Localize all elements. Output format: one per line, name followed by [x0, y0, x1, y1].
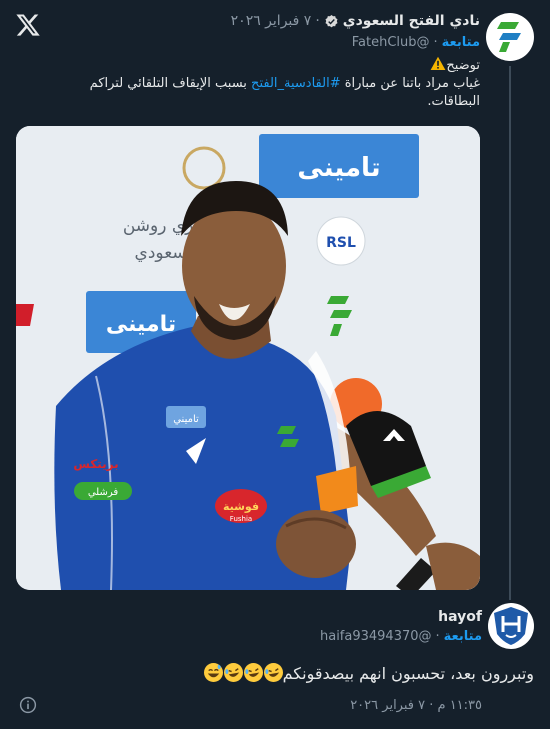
- tweet1-hashtag-link[interactable]: #القادسية_الفتح: [251, 76, 341, 91]
- shirt-sponsor-latin: Fushia: [230, 515, 252, 523]
- player-interview-photo: تامينى تامينى دوري روشن السعودي RSL تامي…: [16, 126, 480, 590]
- x-logo-icon[interactable]: [15, 12, 41, 38]
- tweet1-photo[interactable]: تامينى تامينى دوري روشن السعودي RSL تامي…: [16, 126, 480, 590]
- rsl-badge-text: RSL: [326, 235, 356, 251]
- tweet-screenshot: نادي الفتح السعودي · ٧ فبراير ٢٠٢٦ متابع…: [0, 0, 550, 729]
- sponsor-logo-text-2: تامينى: [106, 312, 176, 337]
- tweet1-separator: ·: [315, 13, 320, 29]
- tweet1-heading: توضيح: [446, 58, 480, 73]
- shirt-label-left2: فرشلي: [88, 487, 119, 498]
- alhilal-logo-icon: [494, 607, 528, 645]
- alfateh-logo-icon: [497, 22, 521, 52]
- rolling-laughing-emoji-icon: [243, 663, 263, 682]
- tweet2-display-name[interactable]: hayof: [62, 609, 482, 625]
- tweet2-text: وتبررون بعد، تحسبون انهم بيصدقونكم: [34, 663, 534, 683]
- tweet1-display-name[interactable]: نادي الفتح السعودي: [343, 13, 480, 29]
- tweet2-follow-button[interactable]: متابعة: [444, 629, 482, 644]
- tweet2-handle[interactable]: @haifa93494370: [320, 629, 432, 644]
- tweet1-heading-line: توضيح: [60, 56, 480, 75]
- tweet1-handle[interactable]: @FatehClub: [352, 35, 430, 50]
- tweet2-subheader: متابعة · @haifa93494370: [62, 629, 482, 644]
- tweet1-text-before: غياب مراد باتنا عن مباراة: [340, 76, 480, 91]
- warning-icon: [430, 56, 446, 70]
- grinning-sweat-emoji-icon: [203, 663, 223, 682]
- tweet1-subheader: متابعة · @FatehClub: [60, 35, 480, 50]
- tweet2-follow-separator: ·: [435, 629, 440, 644]
- sponsor-logo-text-1: تامينى: [297, 153, 380, 183]
- info-icon[interactable]: [19, 696, 37, 714]
- fateh-avatar[interactable]: [486, 13, 534, 61]
- tweet1-header: نادي الفتح السعودي · ٧ فبراير ٢٠٢٦: [60, 13, 480, 29]
- tweet2-emoji-row: [203, 663, 283, 682]
- tweet1-date[interactable]: ٧ فبراير ٢٠٢٦: [231, 13, 312, 29]
- shirt-sponsor-text: فوشية: [223, 500, 259, 513]
- shirt-label-left: بريتكس: [73, 457, 118, 471]
- tweet1-text: توضيح غياب مراد باتنا عن مباراة #القادسي…: [60, 56, 480, 111]
- tweet2-timestamp[interactable]: ١١:٣٥ م · ٧ فبراير ٢٠٢٦: [350, 698, 482, 713]
- tweet1-follow-button[interactable]: متابعة: [442, 35, 480, 50]
- thread-connector: [509, 66, 511, 600]
- hayof-avatar[interactable]: [488, 603, 534, 649]
- chest-badge-text: تاميني: [173, 414, 199, 425]
- rolling-laughing-emoji-icon: [223, 663, 243, 682]
- tweet1-body: غياب مراد باتنا عن مباراة #القادسية_الفت…: [60, 75, 480, 111]
- tweet1-follow-separator: ·: [433, 35, 438, 50]
- verified-badge-icon: [325, 14, 338, 27]
- tweet2-text-body: وتبررون بعد، تحسبون انهم بيصدقونكم: [282, 664, 534, 683]
- rolling-laughing-emoji-icon: [263, 663, 283, 682]
